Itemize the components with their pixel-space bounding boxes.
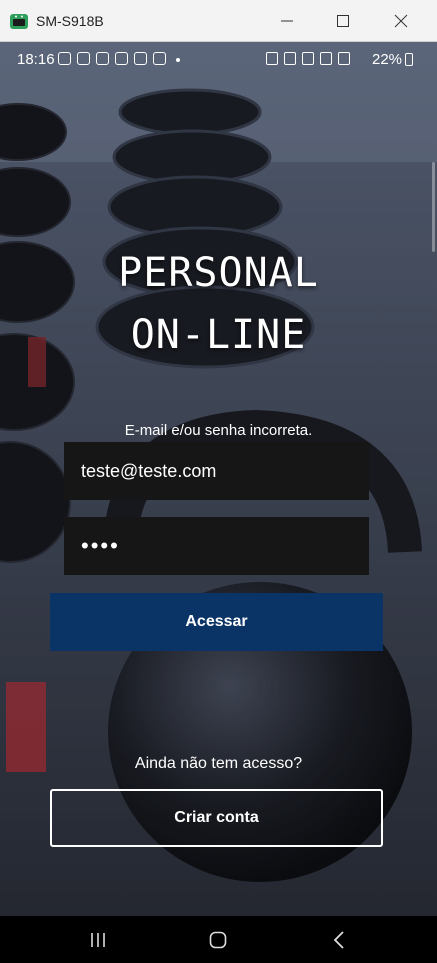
status-bar: 18:16 22% [0,42,437,76]
maximize-button[interactable] [320,0,366,42]
status-time: 18:16 [17,51,55,68]
maximize-icon [337,15,349,27]
back-button[interactable] [309,916,369,963]
close-button[interactable] [378,0,424,42]
email-field[interactable] [64,442,369,500]
network-icon [115,52,128,65]
alarm-icon [284,52,296,65]
close-icon [394,14,408,28]
battery-level: 22% [372,51,403,68]
create-account-button[interactable]: Criar conta [50,789,383,847]
scrollbar[interactable] [432,162,435,252]
notification-icons [58,52,166,68]
wifi-icon [302,52,314,65]
password-field[interactable] [64,517,369,575]
recents-icon [91,932,105,947]
signal-icon [338,52,350,65]
android-app-icon [10,12,28,30]
more-notifications-dot [176,58,180,62]
phone-screen: 18:16 22% PERSONAL ON-LINE E-mail e/ou s… [0,42,437,963]
whatsapp-icon [58,52,71,65]
brand-title-line1: PERSONAL [118,250,319,296]
login-error-message: E-mail e/ou senha incorreta. [124,422,313,439]
back-icon [333,930,344,949]
window-title: SM-S918B [36,13,104,29]
signup-prompt: Ainda não tem acesso? [134,755,303,772]
volte-icon [320,52,332,65]
system-icons [266,52,350,65]
minimize-button[interactable] [264,0,310,42]
screen-icon [153,52,166,65]
teams-icon [77,52,90,65]
login-button[interactable]: Acessar [50,593,383,651]
bixby-icon [134,52,147,65]
window-titlebar: SM-S918B [0,0,437,42]
activity-icon [96,52,109,65]
navigation-bar [0,916,437,963]
battery-icon [405,53,413,66]
minimize-icon [281,20,293,22]
brand-title-line2: ON-LINE [130,312,307,358]
nfc-icon [266,52,278,65]
home-icon [209,931,227,948]
recents-button[interactable] [68,916,128,963]
home-button[interactable] [188,916,248,963]
